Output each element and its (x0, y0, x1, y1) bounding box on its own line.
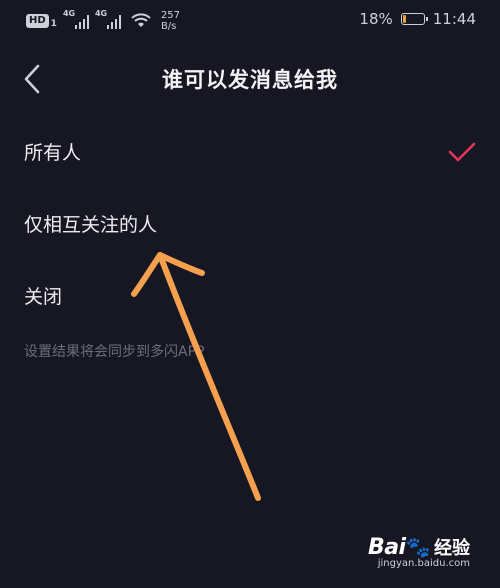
baidu-watermark: Bai🐾 经验 jingyan.baidu.com (368, 534, 470, 569)
nav-bar: 谁可以发消息给我 (0, 44, 500, 114)
sync-note: 设置结果将会同步到多闪APP (24, 344, 205, 360)
option-off[interactable]: 关闭 (0, 260, 500, 332)
option-label: 所有人 (24, 142, 82, 164)
paw-icon: 🐾 (405, 535, 431, 559)
speed-value: 257 (160, 10, 181, 21)
signal-icon: 4G (95, 9, 121, 29)
watermark-suffix: 经验 (434, 538, 470, 559)
status-left: HD 1 4G 4G 257 B/s (26, 9, 180, 32)
network-speed: 257 B/s (161, 10, 180, 32)
sim-number: 1 (50, 19, 57, 29)
hd-icon: HD (26, 14, 49, 28)
status-bar: HD 1 4G 4G 257 B/s 18% 11:44 (0, 0, 500, 44)
network-type-label: 4G (94, 9, 108, 18)
watermark-url: jingyan.baidu.com (377, 558, 470, 569)
option-label: 关闭 (24, 286, 63, 308)
page-title: 谁可以发消息给我 (162, 68, 338, 92)
battery-charging-icon (400, 13, 428, 25)
signal-icon: 4G (63, 9, 89, 29)
watermark-logo-text: Bai (367, 535, 406, 560)
status-right: 18% 11:44 (359, 10, 476, 28)
wifi-icon (131, 13, 151, 27)
option-mutual-follows[interactable]: 仅相互关注的人 (0, 188, 500, 260)
battery-fill (402, 15, 406, 23)
option-label: 仅相互关注的人 (24, 214, 158, 236)
battery-percent: 18% (359, 10, 393, 28)
option-everyone[interactable]: 所有人 (0, 116, 500, 188)
clock: 11:44 (432, 10, 476, 28)
speed-unit: B/s (160, 21, 177, 32)
checkmark-icon (448, 142, 476, 162)
watermark-logo: Bai🐾 经验 (368, 534, 470, 560)
network-type-label: 4G (62, 9, 76, 18)
